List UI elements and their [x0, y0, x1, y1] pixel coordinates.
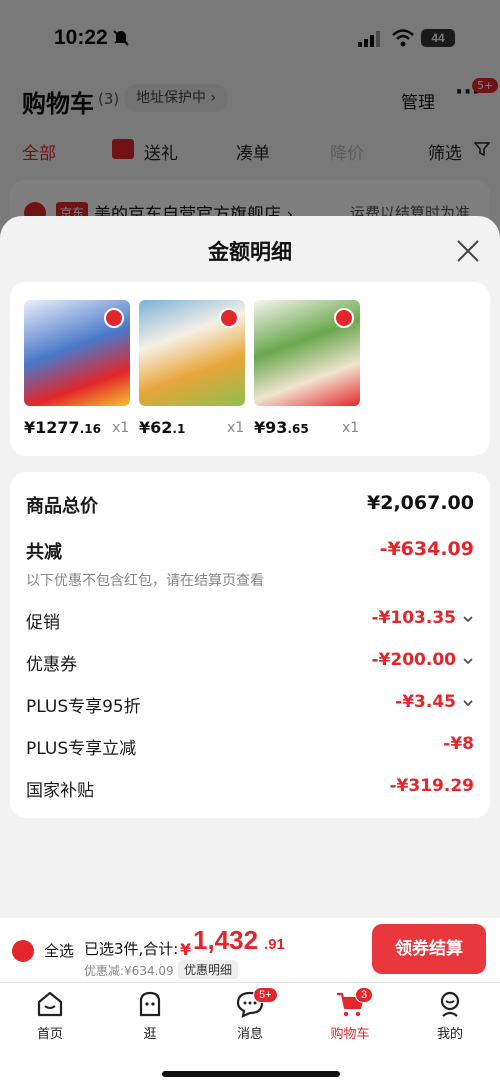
- plus-discount-value: -¥3.45: [395, 692, 456, 712]
- plus-reduce-label: PLUS专享立减: [26, 739, 137, 759]
- product-qty: x1: [227, 420, 245, 436]
- plus-discount-row[interactable]: PLUS专享95折 -¥3.45: [26, 692, 474, 718]
- tab-label: 首页: [36, 1027, 63, 1042]
- checkout-total-cents: .91: [264, 936, 285, 953]
- tab-label: 消息: [236, 1027, 263, 1042]
- cart-badge: 3: [355, 987, 374, 1003]
- discount-detail-button[interactable]: 优惠明细: [178, 960, 239, 979]
- product-check-icon: [219, 308, 239, 328]
- plus-reduce-value: -¥8: [443, 734, 474, 754]
- chevron-down-icon[interactable]: [462, 612, 474, 626]
- sheet-title: 金额明细: [208, 240, 292, 264]
- products-card: ¥1277.16 x1 ¥62.1 x1 ¥93.65 x1: [10, 282, 490, 456]
- tab-profile[interactable]: 我的: [415, 989, 485, 1042]
- discount-summary: 优惠减:¥634.09: [84, 964, 174, 978]
- coupon-value: -¥200.00: [371, 650, 457, 670]
- checkout-bar: 全选 已选3件,合计: ¥ 1,432 .91 优惠减:¥634.09 优惠明细…: [0, 918, 500, 982]
- close-icon[interactable]: [455, 238, 481, 264]
- home-icon: [37, 991, 63, 1017]
- tab-home[interactable]: 首页: [15, 989, 85, 1042]
- total-value: ¥2,067.00: [367, 492, 474, 514]
- total-row: 商品总价 ¥2,067.00: [26, 492, 474, 518]
- reduce-value: -¥634.09: [379, 538, 474, 560]
- subsidy-row: 国家补贴 -¥319.29: [26, 776, 474, 802]
- tab-cart[interactable]: 3 购物车: [315, 987, 385, 1042]
- tab-bar: 首页 逛 5+ 消息 3 购物车 我的: [0, 982, 500, 1087]
- select-all-checkbox[interactable]: [12, 940, 34, 962]
- reduce-row: 共减 -¥634.09: [26, 538, 474, 564]
- total-currency: ¥: [180, 940, 192, 959]
- checkout-total: 1,432: [193, 925, 259, 955]
- coupon-label: 优惠券: [26, 655, 77, 675]
- discount-note: 以下优惠不包含红包，请在结算页查看: [26, 573, 264, 589]
- promotion-row[interactable]: 促销 -¥103.35: [26, 608, 474, 634]
- subsidy-value: -¥319.29: [389, 776, 475, 796]
- plus-discount-label: PLUS专享95折: [26, 697, 141, 717]
- subsidy-label: 国家补贴: [26, 781, 94, 801]
- product-price: ¥93.65: [254, 418, 309, 437]
- product-price: ¥1277.16: [24, 418, 101, 437]
- checkout-button[interactable]: 领券结算: [372, 924, 486, 974]
- product-qty: x1: [342, 420, 360, 436]
- home-indicator: [162, 1071, 340, 1077]
- browse-icon: [139, 991, 161, 1017]
- chevron-down-icon[interactable]: [462, 654, 474, 668]
- amount-detail-card: 商品总价 ¥2,067.00 共减 -¥634.09 以下优惠不包含红包，请在结…: [10, 472, 490, 818]
- tab-browse[interactable]: 逛: [115, 989, 185, 1042]
- plus-reduce-row: PLUS专享立减 -¥8: [26, 734, 474, 760]
- message-badge: 5+: [253, 987, 278, 1003]
- tab-messages[interactable]: 5+ 消息: [215, 987, 285, 1042]
- total-label: 商品总价: [26, 496, 98, 517]
- tab-label: 购物车: [330, 1027, 370, 1042]
- product-qty: x1: [112, 420, 130, 436]
- reduce-label: 共减: [26, 542, 62, 563]
- tab-label: 逛: [143, 1027, 157, 1042]
- coupon-row[interactable]: 优惠券 -¥200.00: [26, 650, 474, 676]
- promotion-value: -¥103.35: [371, 608, 457, 628]
- select-all-label[interactable]: 全选: [44, 940, 74, 961]
- product-check-icon: [104, 308, 124, 328]
- promotion-label: 促销: [26, 613, 60, 633]
- selected-count: 已选3件,合计:: [84, 940, 179, 958]
- chevron-down-icon[interactable]: [462, 696, 474, 710]
- tab-label: 我的: [436, 1027, 463, 1042]
- product-check-icon: [334, 308, 354, 328]
- profile-icon: [440, 991, 460, 1017]
- product-price: ¥62.1: [139, 418, 186, 437]
